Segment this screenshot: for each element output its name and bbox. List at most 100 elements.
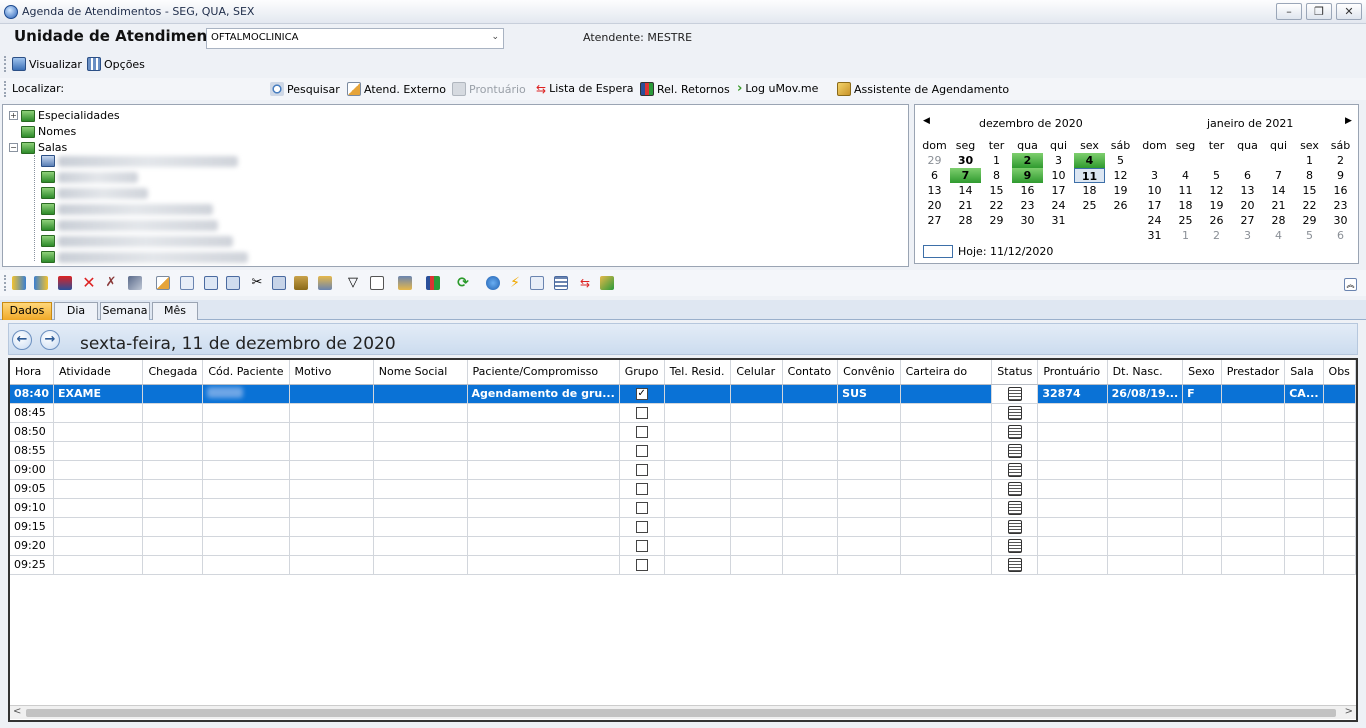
pesquisar-button[interactable]: Pesquisar [270, 82, 340, 96]
col-header[interactable]: Hora [10, 360, 55, 385]
grupo-checkbox[interactable] [635, 483, 648, 495]
unit-select[interactable]: OFTALMOCLINICA ⌄ [206, 28, 504, 49]
grupo-checkbox[interactable]: ✓ [635, 388, 648, 400]
grupo-checkbox[interactable] [635, 502, 648, 514]
grupo-checkbox[interactable] [635, 559, 648, 571]
grupo-checkbox[interactable] [635, 445, 648, 457]
tab-dados[interactable]: Dados [2, 302, 52, 320]
grupo-checkbox[interactable] [635, 464, 648, 476]
tree-node-sala[interactable] [41, 171, 138, 183]
table-row[interactable]: 09:00 [10, 460, 1357, 480]
cell-hora[interactable]: 08:40 [10, 384, 55, 404]
export-icon[interactable] [600, 276, 614, 290]
scroll-thumb[interactable] [26, 709, 1336, 717]
table-row[interactable]: 08:45 [10, 403, 1357, 423]
opcoes-menu[interactable]: Opções [87, 57, 145, 71]
cell-prestador[interactable] [1221, 384, 1286, 404]
horizontal-scrollbar[interactable]: < > [10, 705, 1356, 719]
grupo-checkbox[interactable] [635, 426, 648, 438]
tree-node-sala[interactable] [41, 155, 238, 167]
table-row[interactable]: 09:20 [10, 536, 1357, 556]
col-header[interactable]: Dt. Nasc. [1107, 360, 1184, 385]
cell-tel[interactable] [664, 384, 732, 404]
paste-icon[interactable] [294, 276, 308, 290]
close-button[interactable]: ✕ [1336, 3, 1362, 20]
table-row[interactable]: 09:15 [10, 517, 1357, 537]
status-icon[interactable] [1007, 424, 1022, 439]
localizar-input[interactable] [64, 80, 260, 98]
col-header[interactable]: Prestador [1221, 360, 1286, 385]
prev-month-icon[interactable]: ◀ [923, 116, 930, 126]
col-header[interactable]: Nome Social [373, 360, 468, 385]
rel-retornos-button[interactable]: Rel. Retornos [640, 82, 730, 96]
table-row[interactable]: 08:40 EXAME Agendamento de gru... ✓ SUS … [10, 384, 1357, 404]
tree-node-sala[interactable] [41, 187, 148, 199]
status-icon[interactable] [1007, 386, 1022, 401]
paste-special-icon[interactable] [318, 276, 332, 290]
col-header[interactable]: Motivo [289, 360, 374, 385]
status-icon[interactable] [1007, 519, 1022, 534]
cell-sexo[interactable]: F [1182, 384, 1222, 404]
help-icon[interactable] [486, 276, 500, 290]
cell-hora[interactable]: 09:25 [10, 555, 55, 575]
assistente-button[interactable]: Assistente de Agendamento [837, 82, 1009, 96]
status-icon[interactable] [1007, 500, 1022, 515]
status-icon[interactable] [1007, 481, 1022, 496]
cell-nome-social[interactable] [373, 384, 468, 404]
col-header[interactable]: Celular [730, 360, 783, 385]
status-icon[interactable] [1007, 538, 1022, 553]
col-header[interactable]: Prontuário [1037, 360, 1108, 385]
next-day-button[interactable]: → [40, 330, 60, 350]
clone-icon[interactable] [226, 276, 240, 290]
col-header[interactable]: Convênio [837, 360, 901, 385]
cell-convenio[interactable]: SUS [837, 384, 901, 404]
pin-icon[interactable] [128, 276, 142, 290]
cell-obs[interactable] [1323, 384, 1357, 404]
lista-espera-button[interactable]: ⇆ Lista de Espera [536, 82, 633, 95]
cell-hora[interactable]: 09:10 [10, 498, 55, 518]
scroll-left-icon[interactable]: < [13, 706, 21, 717]
cell-nasc[interactable]: 26/08/19... [1107, 384, 1184, 404]
calendar-grid-jan[interactable]: dom seg ter qua qui sex sáb 12 3456789 10 11 12 1… [1139, 138, 1356, 243]
cell-prontuario[interactable]: 32874 [1037, 384, 1108, 404]
status-icon[interactable] [1007, 405, 1022, 420]
table-row[interactable]: 08:50 [10, 422, 1357, 442]
cell-celular[interactable] [730, 384, 783, 404]
tree-node-especialidades[interactable]: + Especialidades [9, 109, 120, 122]
calendar-grid-dec[interactable]: dom seg ter qua qui sex sáb 29 30 1 2 3 4 5 6 7 8 9 10 11… [919, 138, 1136, 228]
col-header[interactable]: Grupo [619, 360, 665, 385]
cell-paciente[interactable]: Agendamento de gru... [467, 384, 620, 404]
cell-contato[interactable] [782, 384, 839, 404]
edit-icon[interactable] [156, 276, 170, 290]
move-icon[interactable] [58, 276, 72, 290]
col-header[interactable]: Contato [782, 360, 839, 385]
col-header[interactable]: Cód. Paciente [202, 360, 290, 385]
cell-hora[interactable]: 08:50 [10, 422, 55, 442]
col-header[interactable]: Atividade [53, 360, 144, 385]
cell-hora[interactable]: 08:55 [10, 441, 55, 461]
cell-hora[interactable]: 09:15 [10, 517, 55, 537]
log-umov-button[interactable]: › Log uMov.me [737, 82, 818, 96]
cell-atividade[interactable]: EXAME [53, 384, 144, 404]
tree-node-sala[interactable] [41, 203, 213, 215]
document-icon[interactable] [370, 276, 384, 290]
maximize-button[interactable]: ❐ [1306, 3, 1332, 20]
filter-icon[interactable]: ▽ [346, 276, 360, 290]
cell-carteira[interactable] [900, 384, 993, 404]
status-icon[interactable] [1007, 443, 1022, 458]
cell-status[interactable] [991, 384, 1039, 404]
cell-hora[interactable]: 09:00 [10, 460, 55, 480]
minimize-button[interactable]: – [1276, 3, 1302, 20]
prev-icon[interactable] [12, 276, 26, 290]
today-label[interactable]: Hoje: 11/12/2020 [958, 245, 1053, 258]
col-header[interactable]: Chegada [142, 360, 204, 385]
print-icon[interactable] [398, 276, 412, 290]
refresh-icon[interactable]: ⟳ [456, 276, 470, 290]
table-row[interactable]: 09:10 [10, 498, 1357, 518]
cell-motivo[interactable] [289, 384, 374, 404]
tab-semana[interactable]: Semana [100, 302, 150, 320]
cut-icon[interactable]: ✂ [250, 276, 264, 290]
col-header[interactable]: Paciente/Compromisso [467, 360, 620, 385]
table-row[interactable]: 09:05 [10, 479, 1357, 499]
collapse-icon[interactable]: − [9, 143, 18, 152]
